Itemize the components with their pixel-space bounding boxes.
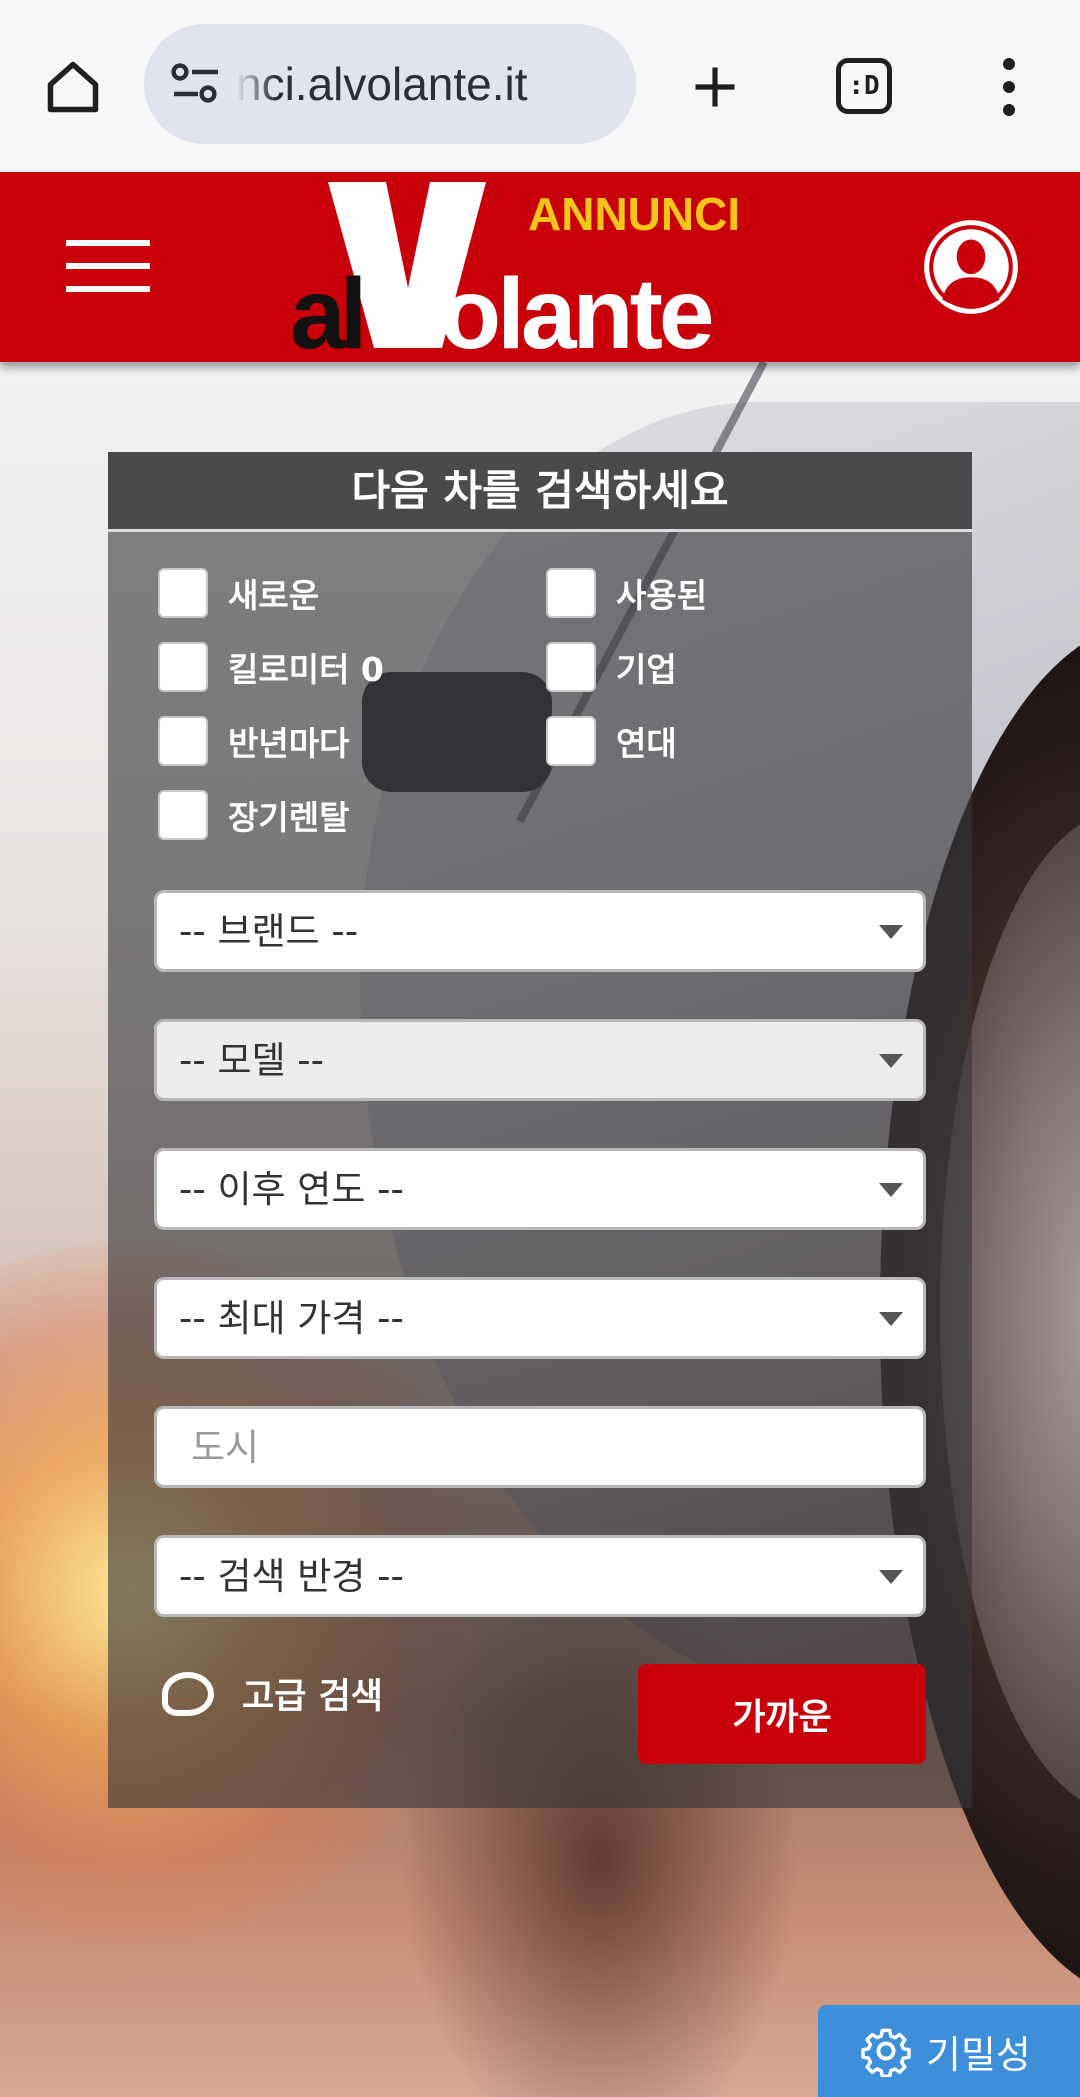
new-tab-icon[interactable] bbox=[680, 52, 750, 122]
chevron-down-icon bbox=[879, 1183, 903, 1197]
user-account-icon[interactable] bbox=[920, 216, 1022, 318]
checkbox-vintage[interactable]: 연대 bbox=[546, 716, 677, 766]
home-icon[interactable] bbox=[38, 52, 108, 122]
svg-text:al: al bbox=[290, 258, 361, 358]
brand-select[interactable]: -- 브랜드 -- bbox=[154, 890, 926, 972]
svg-text:ANNUNCI: ANNUNCI bbox=[528, 188, 740, 240]
checkbox-long-term-rental[interactable]: 장기렌탈 bbox=[158, 790, 349, 840]
chevron-down-icon bbox=[879, 1312, 903, 1326]
advanced-search-link[interactable]: 고급 검색 bbox=[162, 1668, 383, 1719]
menu-icon[interactable] bbox=[66, 240, 150, 292]
search-submit-button[interactable]: 가까운 bbox=[638, 1664, 926, 1764]
max-price-select[interactable]: -- 최대 가격 -- bbox=[154, 1277, 926, 1359]
browser-toolbar: nci.alvolante.it :D bbox=[0, 0, 1080, 172]
search-title: 다음 차를 검색하세요 bbox=[108, 452, 972, 532]
privacy-settings-button[interactable]: 기밀성 bbox=[818, 2005, 1080, 2097]
model-select[interactable]: -- 모델 -- bbox=[154, 1019, 926, 1101]
tab-switcher-button[interactable]: :D bbox=[836, 58, 892, 114]
chevron-down-icon bbox=[879, 925, 903, 939]
search-bubble-icon bbox=[162, 1671, 214, 1716]
city-input[interactable] bbox=[154, 1406, 926, 1488]
address-bar[interactable]: nci.alvolante.it bbox=[144, 24, 636, 144]
car-search-form: 다음 차를 검색하세요 새로운 사용된 킬로미터 0 기업 반년마다 연대 장기… bbox=[108, 452, 972, 1808]
alvolante-logo[interactable]: ANNUNCI al olante bbox=[290, 178, 800, 370]
checkbox-km0[interactable]: 킬로미터 0 bbox=[158, 642, 384, 692]
checkbox-semester[interactable]: 반년마다 bbox=[158, 716, 349, 766]
site-header: ANNUNCI al olante bbox=[0, 172, 1080, 370]
search-radius-select[interactable]: -- 검색 반경 -- bbox=[154, 1535, 926, 1617]
checkbox-company[interactable]: 기업 bbox=[546, 642, 677, 692]
chevron-down-icon bbox=[879, 1570, 903, 1584]
more-options-icon[interactable] bbox=[984, 52, 1034, 122]
chevron-down-icon bbox=[879, 1054, 903, 1068]
url-text: nci.alvolante.it bbox=[236, 52, 616, 116]
svg-text:olante: olante bbox=[440, 258, 712, 358]
gear-icon bbox=[861, 2028, 911, 2077]
site-settings-icon[interactable] bbox=[170, 60, 222, 108]
checkbox-used[interactable]: 사용된 bbox=[546, 568, 707, 618]
checkbox-new[interactable]: 새로운 bbox=[158, 568, 319, 618]
year-from-select[interactable]: -- 이후 연도 -- bbox=[154, 1148, 926, 1230]
